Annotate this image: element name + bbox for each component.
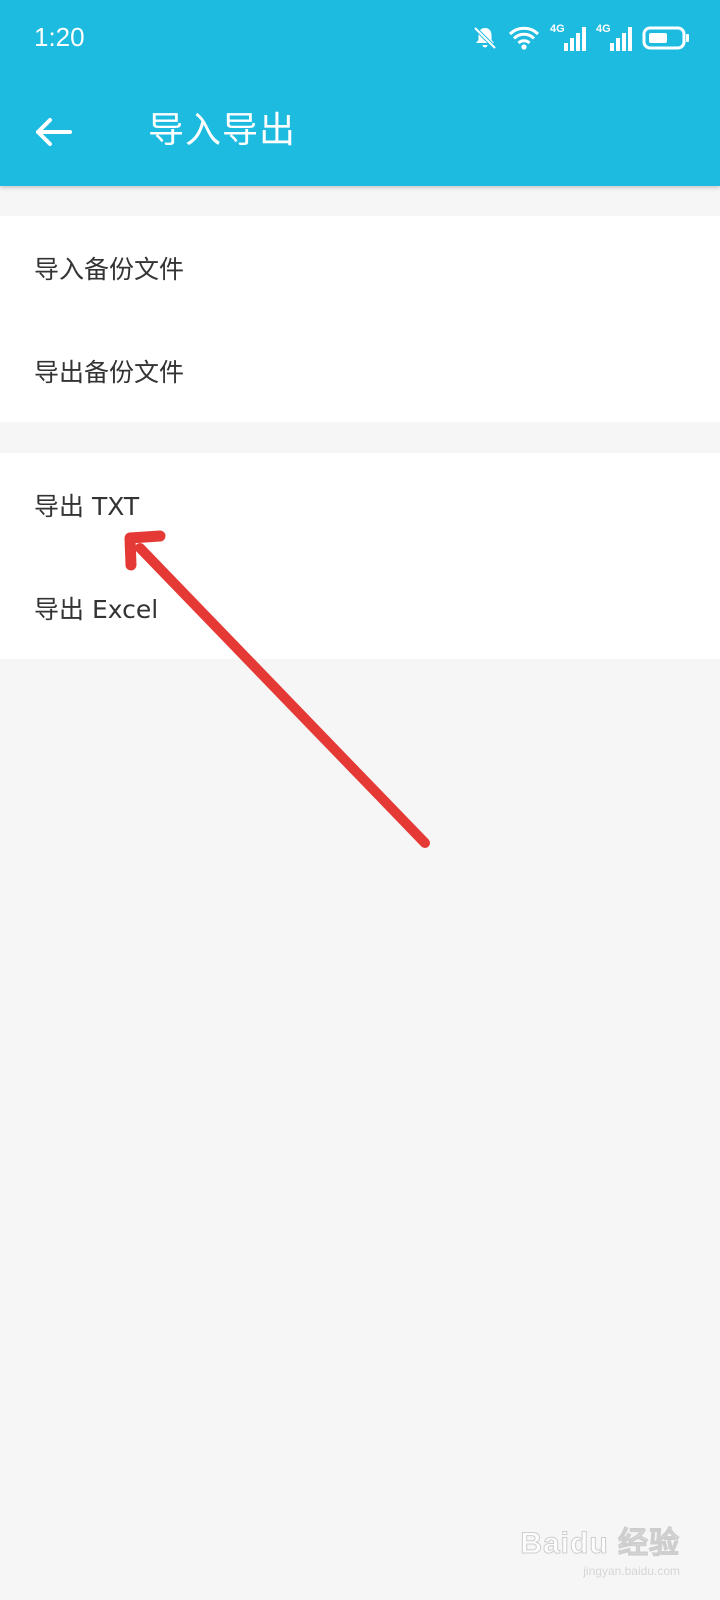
wifi-icon [508,25,540,51]
status-time: 1:20 [34,22,85,52]
page-title: 导入导出 [148,110,297,151]
status-bar: 1:20 4G 4G [0,0,720,78]
import-backup-file-item[interactable]: 导入备份文件 [0,216,720,319]
bell-muted-icon [472,25,498,51]
toolbar: 导入导出 [0,78,720,186]
menu-group-backup: 导入备份文件 导出备份文件 [0,216,720,422]
export-backup-file-item[interactable]: 导出备份文件 [0,319,720,422]
menu-group-export: 导出 TXT 导出 Excel [0,453,720,659]
app-bar: 1:20 4G 4G 导入导出 [0,0,720,186]
export-txt-item[interactable]: 导出 TXT [0,453,720,556]
arrow-left-icon [34,116,74,152]
watermark: Baidu 经验 jingyan.baidu.com [520,1518,680,1579]
back-button[interactable] [26,106,82,162]
signal-4g-icon: 4G [550,23,586,53]
watermark-url: jingyan.baidu.com [583,1564,680,1578]
export-excel-item[interactable]: 导出 Excel [0,556,720,659]
status-icons: 4G 4G [472,20,690,56]
signal-4g-icon: 4G [596,23,632,53]
battery-icon [642,25,690,51]
watermark-logo: Baidu 经验 [520,1527,680,1561]
